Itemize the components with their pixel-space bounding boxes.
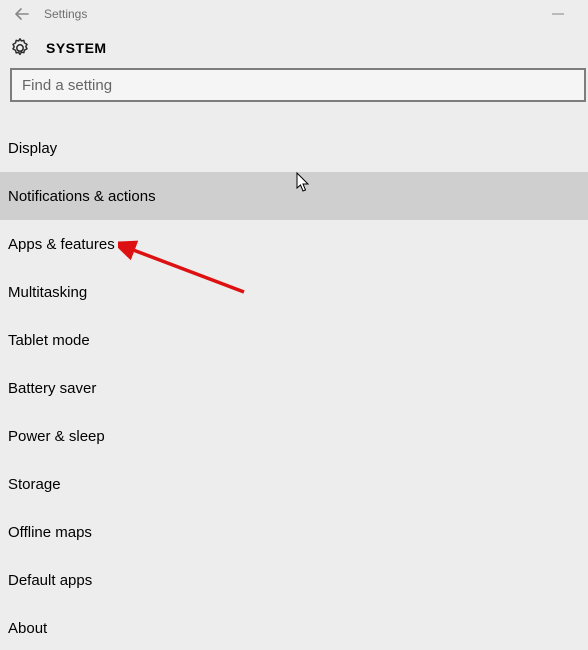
- menu-item-label: Display: [8, 140, 57, 157]
- menu-item-label: Offline maps: [8, 524, 92, 541]
- menu-item[interactable]: Battery saver: [0, 364, 588, 412]
- menu-item-label: Apps & features: [8, 236, 115, 253]
- page-header: SYSTEM: [0, 28, 588, 68]
- window-title: Settings: [44, 7, 87, 21]
- menu-item-label: About: [8, 620, 47, 637]
- menu-item[interactable]: Storage: [0, 460, 588, 508]
- page-title: SYSTEM: [46, 40, 107, 56]
- menu-item-label: Default apps: [8, 572, 92, 589]
- settings-menu: Display Notifications & actions Apps & fea…: [0, 124, 588, 650]
- menu-item[interactable]: Offline maps: [0, 508, 588, 556]
- search-container: [0, 68, 588, 102]
- menu-item[interactable]: Multitasking: [0, 268, 588, 316]
- back-arrow-icon: [14, 6, 30, 22]
- menu-item-label: Battery saver: [8, 380, 96, 397]
- gear-icon: [8, 36, 32, 60]
- menu-item-label: Tablet mode: [8, 332, 90, 349]
- menu-item[interactable]: Notifications & actions: [0, 172, 588, 220]
- menu-item-label: Power & sleep: [8, 428, 105, 445]
- menu-item[interactable]: Default apps: [0, 556, 588, 604]
- menu-item-label: Notifications & actions: [8, 188, 156, 205]
- search-input[interactable]: [10, 68, 586, 102]
- menu-item-label: Storage: [8, 476, 61, 493]
- menu-item[interactable]: About: [0, 604, 588, 650]
- back-button[interactable]: [6, 0, 38, 28]
- titlebar: Settings: [0, 0, 588, 28]
- menu-item[interactable]: Power & sleep: [0, 412, 588, 460]
- menu-item-label: Multitasking: [8, 284, 87, 301]
- menu-item[interactable]: Apps & features: [0, 220, 588, 268]
- menu-item[interactable]: Tablet mode: [0, 316, 588, 364]
- menu-item[interactable]: Display: [0, 124, 588, 172]
- minimize-button[interactable]: [538, 0, 578, 28]
- minimize-icon: [551, 7, 565, 21]
